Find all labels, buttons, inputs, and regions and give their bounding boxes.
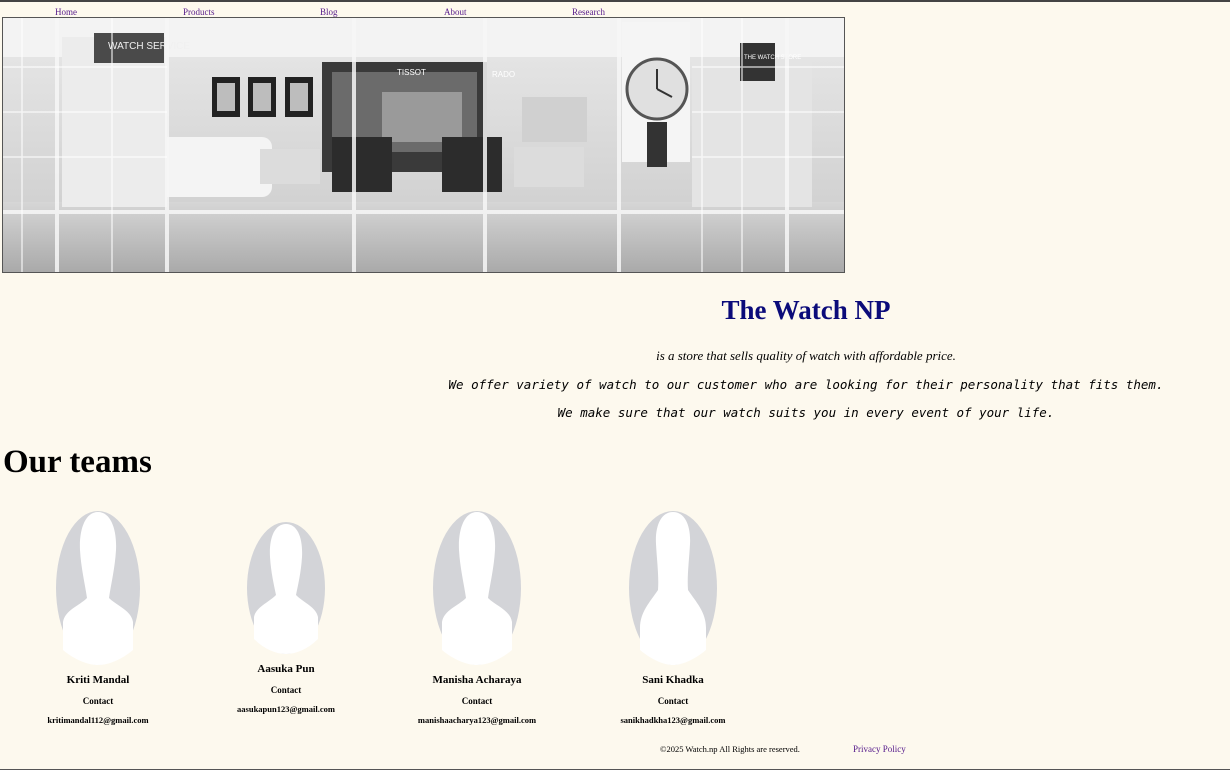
- member-name: Manisha Acharaya: [432, 674, 522, 686]
- member-name: Kriti Mandal: [66, 674, 130, 686]
- team-member-card: Aasuka Pun Contact aasukapun123@gmail.co…: [196, 521, 376, 714]
- avatar-placeholder-icon: [629, 511, 717, 665]
- sign-watch-store: THE WATCH STORE: [744, 55, 801, 61]
- team-member-card: Sani Khadka Contact sanikhadkha123@gmail…: [583, 510, 763, 725]
- member-name: Sani Khadka: [642, 674, 704, 686]
- member-contact-label: Contact: [270, 685, 302, 695]
- member-email: manishaacharya123@gmail.com: [417, 715, 537, 725]
- member-contact-label: Contact: [461, 696, 493, 706]
- team-member-card: Manisha Acharaya Contact manishaacharya1…: [387, 510, 567, 725]
- member-email: kritimandal112@gmail.com: [47, 715, 149, 725]
- brand-tagline-1: is a store that sells quality of watch w…: [656, 348, 956, 363]
- store-hero-image: WATCH SERVICE TISSOT RADO THE WATCH STOR…: [2, 17, 845, 273]
- store-illustration: WATCH SERVICE TISSOT RADO THE WATCH STOR…: [2, 17, 845, 273]
- member-email: aasukapun123@gmail.com: [237, 704, 335, 714]
- sign-rado: RADO: [492, 70, 515, 79]
- member-name: Aasuka Pun: [257, 663, 315, 675]
- member-email: sanikhadkha123@gmail.com: [620, 715, 726, 725]
- avatar-placeholder-icon: [56, 511, 140, 665]
- avatar-placeholder-icon: [433, 511, 521, 665]
- team-member-card: Kriti Mandal Contact kritimandal112@gmai…: [8, 510, 188, 725]
- nav-link-home[interactable]: Home: [55, 7, 77, 17]
- nav-link-blog[interactable]: Blog: [320, 7, 338, 17]
- member-contact-label: Contact: [82, 696, 114, 706]
- footer-copyright: ©2025 Watch.np All Rights are reserved.: [660, 744, 800, 754]
- brand-tagline-2: We offer variety of watch to our custome…: [448, 377, 1164, 392]
- privacy-policy-link[interactable]: Privacy Policy: [853, 744, 906, 754]
- avatar-placeholder-icon: [247, 522, 325, 654]
- brand-title: The Watch NP: [721, 295, 891, 325]
- sign-watch-service: WATCH SERVICE: [108, 41, 190, 52]
- nav-link-research[interactable]: Research: [572, 7, 605, 17]
- teams-heading: Our teams: [3, 444, 152, 480]
- sign-tissot: TISSOT: [397, 68, 426, 77]
- nav-link-products[interactable]: Products: [183, 7, 215, 17]
- brand-tagline-3: We make sure that our watch suits you in…: [557, 405, 1055, 420]
- nav-link-about[interactable]: About: [444, 7, 467, 17]
- member-contact-label: Contact: [657, 696, 689, 706]
